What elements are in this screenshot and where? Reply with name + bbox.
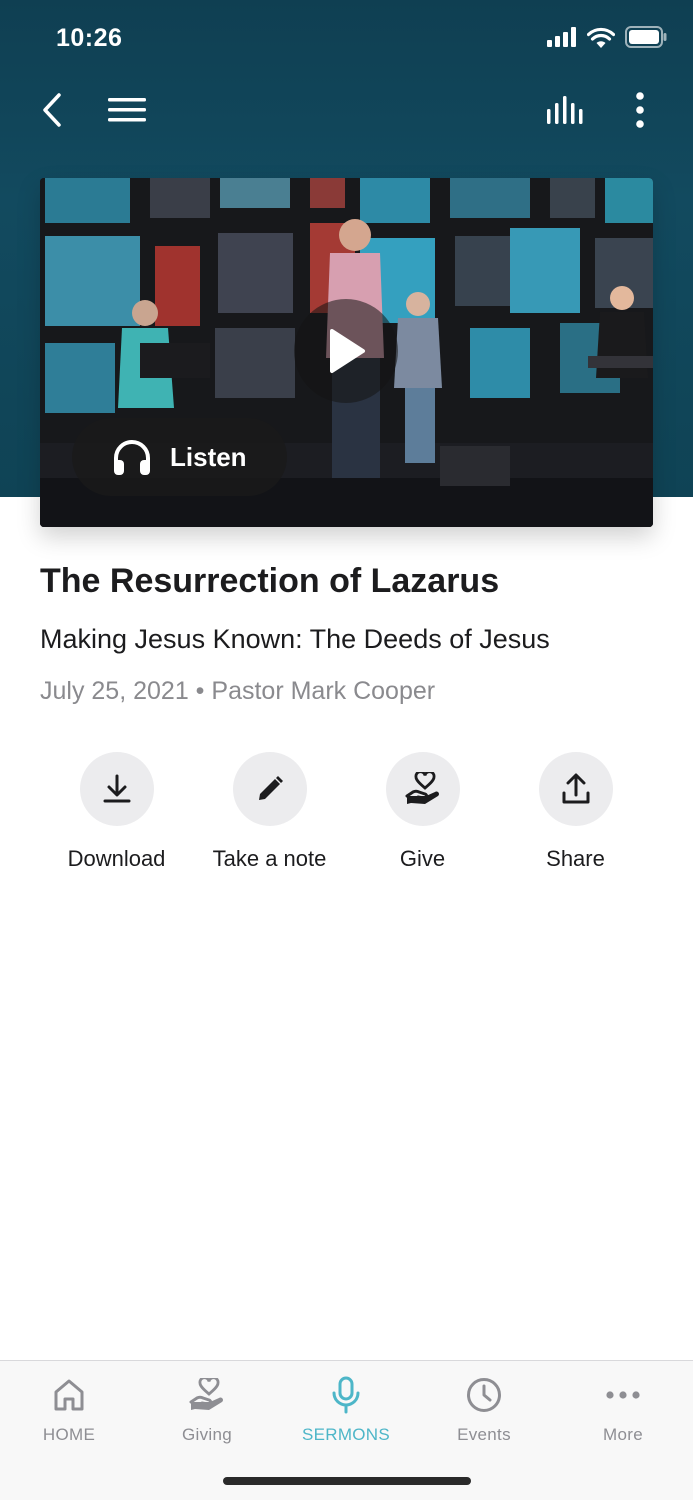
tab-giving-label: Giving bbox=[182, 1425, 232, 1444]
share-button-circle[interactable] bbox=[538, 752, 613, 826]
sermon-video-thumbnail[interactable]: Listen bbox=[40, 178, 653, 527]
give-button[interactable]: Give bbox=[346, 752, 499, 872]
battery-icon bbox=[625, 26, 667, 48]
tab-events-label: Events bbox=[457, 1425, 511, 1444]
play-button[interactable] bbox=[294, 299, 398, 403]
take-note-label: Take a note bbox=[212, 846, 327, 871]
tab-home[interactable]: HOME bbox=[0, 1375, 138, 1445]
tab-more-label: More bbox=[603, 1425, 643, 1444]
download-label: Download bbox=[67, 846, 166, 871]
sermon-date: July 25, 2021 bbox=[40, 677, 189, 705]
home-indicator[interactable] bbox=[223, 1477, 471, 1485]
back-icon bbox=[43, 93, 61, 127]
microphone-icon bbox=[332, 1376, 360, 1414]
wifi-icon bbox=[587, 27, 615, 48]
tab-more[interactable]: More bbox=[554, 1375, 692, 1445]
status-bar: 10:26 bbox=[0, 0, 693, 76]
share-button[interactable]: Share bbox=[499, 752, 652, 872]
sermon-series: Making Jesus Known: The Deeds of Jesus bbox=[40, 624, 550, 654]
home-icon bbox=[54, 1379, 84, 1411]
more-horizontal-icon bbox=[606, 1391, 640, 1399]
action-row: Download Take a note Give Share bbox=[0, 752, 693, 882]
status-time: 10:26 bbox=[56, 24, 123, 52]
nav-bar bbox=[0, 80, 693, 140]
audio-bars-icon bbox=[547, 96, 583, 124]
share-label: Share bbox=[546, 846, 605, 871]
download-button-circle[interactable] bbox=[79, 752, 154, 826]
menu-icon bbox=[108, 98, 146, 122]
play-icon bbox=[330, 329, 365, 373]
audio-button[interactable] bbox=[542, 80, 590, 140]
signal-icon bbox=[547, 27, 576, 47]
share-icon bbox=[562, 773, 589, 804]
download-button[interactable]: Download bbox=[40, 752, 193, 872]
tab-home-label: HOME bbox=[42, 1425, 96, 1444]
menu-button[interactable] bbox=[104, 80, 150, 140]
back-button[interactable] bbox=[30, 80, 74, 140]
headphones-icon bbox=[114, 440, 150, 475]
status-icons bbox=[547, 26, 667, 48]
tab-giving[interactable]: Giving bbox=[138, 1375, 276, 1445]
download-icon bbox=[103, 774, 130, 803]
pencil-icon bbox=[258, 776, 283, 800]
sermon-speaker: Pastor Mark Cooper bbox=[211, 677, 436, 705]
tab-sermons-label: SERMONS bbox=[301, 1425, 391, 1444]
more-options-button[interactable] bbox=[620, 80, 660, 140]
sermon-meta: July 25, 2021 • Pastor Mark Cooper bbox=[40, 677, 660, 706]
listen-button[interactable]: Listen bbox=[72, 418, 287, 496]
take-note-button[interactable]: Take a note bbox=[193, 752, 346, 872]
take-note-button-circle[interactable] bbox=[232, 752, 307, 826]
more-vertical-icon bbox=[636, 92, 644, 128]
meta-separator: • bbox=[195, 677, 205, 705]
give-label: Give bbox=[399, 846, 446, 871]
give-button-circle[interactable] bbox=[385, 752, 460, 826]
heart-hand-icon bbox=[189, 1378, 223, 1410]
sermon-title: The Resurrection of Lazarus bbox=[40, 562, 500, 600]
heart-hand-icon bbox=[405, 772, 439, 804]
tab-events[interactable]: Events bbox=[415, 1375, 553, 1445]
clock-icon bbox=[467, 1378, 501, 1412]
tab-sermons[interactable]: SERMONS bbox=[277, 1375, 415, 1445]
listen-label: Listen bbox=[170, 441, 247, 472]
